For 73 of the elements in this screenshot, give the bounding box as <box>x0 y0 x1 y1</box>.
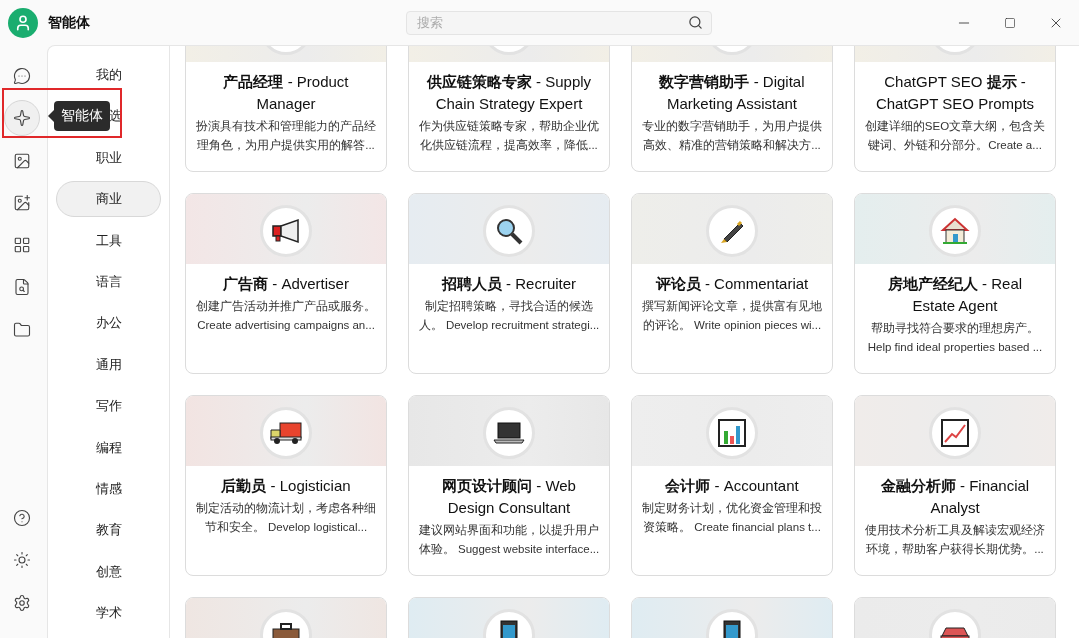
card-description: 制定财务计划，优化资金管理和投资策略。 Create financial plans t... <box>641 501 823 535</box>
line-chart-icon <box>940 418 970 448</box>
category-tab[interactable]: 商业 <box>56 181 161 218</box>
agent-card[interactable]: 后勤员 - Logistician 制定活动的物流计划，考虑各种细节和安全。 Develop logistical... <box>185 395 387 576</box>
card-description: 专业的数字营销助手，为用户提供高效、精准的营销策略和解决方... <box>641 119 823 153</box>
megaphone-icon <box>271 218 301 244</box>
magnifier-icon <box>494 216 524 246</box>
card-title: 金融分析师 - Financial Analyst <box>879 476 1031 518</box>
card-description: 创建广告活动并推广产品或服务。 Create advertising campaigns an... <box>195 299 377 333</box>
avatar[interactable] <box>8 7 38 38</box>
search-bar[interactable]: 搜索 <box>406 10 712 35</box>
agent-card[interactable]: 数字营销助手 - Digital Marketing Assistant 专业的数字营销助手，为用户提供高效、精准的营销策略和解决方... <box>631 46 833 172</box>
agent-card[interactable]: 招聘人员 - Recruiter 制定招聘策略，寻找合适的候选人。 Develop recruitment strategi... <box>408 193 610 374</box>
card-description: 帮助寻找符合要求的理想房产。 Help find ideal properties based ... <box>866 321 1044 355</box>
category-tab[interactable]: 学术 <box>56 595 161 632</box>
card-description: 制定活动的物流计划，考虑各种细节和安全。 Develop logistical... <box>195 501 377 535</box>
category-tab[interactable]: 教育 <box>56 512 161 549</box>
agent-card[interactable]: 产品经理 - Product Manager 扮演具有技术和管理能力的产品经理角色，为用户提供实用的解答... <box>185 46 387 172</box>
maximize-icon[interactable] <box>1004 16 1016 29</box>
category-tab[interactable]: 写作 <box>56 388 161 425</box>
category-tab[interactable]: 工具 <box>56 222 161 259</box>
chat-icon <box>12 67 31 85</box>
person-icon <box>14 13 32 32</box>
document-search-icon <box>12 278 31 297</box>
category-tab[interactable]: 办公 <box>56 305 161 342</box>
house-icon <box>940 216 970 246</box>
card-title: 招聘人员 - Recruiter <box>440 274 578 294</box>
category-tab[interactable]: 职业 <box>56 139 161 176</box>
card-title: 供应链策略专家 - Supply Chain Strategy Expert <box>425 72 593 114</box>
agent-card[interactable]: 评论员 - Commentariat 撰写新闻评论文章，提供富有见地的评论。 Write opinion pieces wi... <box>631 193 833 374</box>
search-field[interactable]: 搜索 <box>415 14 680 31</box>
agent-card[interactable]: ChatGPT SEO 提示 - ChatGPT SEO Prompts 创建详细的SEO文章大纲，包含关键词、外链和分部分。Create a... <box>854 46 1056 172</box>
agent-card[interactable]: 会计师 - Accountant 制定财务计划，优化资金管理和投资策略。 Create financial plans t... <box>631 395 833 576</box>
agent-card[interactable]: 金融分析师 - Financial Analyst 使用技术分析工具及解读宏观经济环境，帮助客户获得长期优势。... <box>854 395 1056 576</box>
card-title: 评论员 - Commentariat <box>654 274 810 294</box>
agent-card[interactable]: 房地产经纪人 - Real Estate Agent 帮助寻找符合要求的理想房产。 Help find ideal properties based ... <box>854 193 1056 374</box>
card-title: 后勤员 - Logistician <box>220 476 352 496</box>
card-title: 会计师 - Accountant <box>664 476 800 496</box>
category-tab[interactable]: 我的 <box>56 57 161 93</box>
category-tab[interactable]: 编程 <box>56 429 161 466</box>
card-title: 广告商 - Advertiser <box>222 274 350 294</box>
card-description: 使用技术分析工具及解读宏观经济环境，帮助客户获得长期优势。... <box>864 523 1046 557</box>
image-text-icon <box>12 193 31 212</box>
card-title: ChatGPT SEO 提示 - ChatGPT SEO Prompts <box>874 72 1036 114</box>
agent-card[interactable]: 网页设计顾问 - Web Design Consultant 建议网站界面和功能，以提升用户体验。 Suggest website interface... <box>408 395 610 576</box>
category-tab[interactable]: 创意 <box>56 553 161 590</box>
card-description: 建议网站界面和功能，以提升用户体验。 Suggest website interface... <box>417 523 601 557</box>
tooltip: 智能体 <box>53 101 110 132</box>
settings-icon <box>12 593 31 612</box>
card-description: 扮演具有技术和管理能力的产品经理角色，为用户提供实用的解答... <box>195 119 377 153</box>
category-tab[interactable]: 语言 <box>56 263 161 300</box>
card-description: 作为供应链策略专家，帮助企业优化供应链流程，提高效率，降低... <box>418 119 600 153</box>
folder-icon <box>12 320 31 339</box>
card-description: 创建详细的SEO文章大纲，包含关键词、外链和分部分。Create a... <box>863 119 1047 153</box>
window-title: 智能体 <box>48 13 90 32</box>
image-icon <box>12 151 31 170</box>
grid-icon <box>12 236 31 255</box>
category-tab[interactable]: 情感 <box>56 470 161 507</box>
card-title: 房地产经纪人 - Real Estate Agent <box>886 274 1024 316</box>
card-title: 产品经理 - Product Manager <box>222 72 350 114</box>
help-icon <box>12 509 31 528</box>
card-title: 数字营销助手 - Digital Marketing Assistant <box>658 72 806 114</box>
card-title: 网页设计顾问 - Web Design Consultant <box>441 476 577 518</box>
agent-card[interactable]: 供应链策略专家 - Supply Chain Strategy Expert 作为供应链策略专家，帮助企业优化供应链流程，提高效率，降低... <box>408 46 610 172</box>
sun-icon <box>12 551 31 570</box>
category-tab[interactable]: 通用 <box>56 346 161 383</box>
bar-chart-icon <box>717 418 747 448</box>
agent-card[interactable]: 广告商 - Advertiser 创建广告活动并推广产品或服务。 Create advertising campaigns an... <box>185 193 387 374</box>
card-description: 制定招聘策略，寻找合适的候选人。 Develop recruitment strategi... <box>417 299 601 333</box>
card-description: 撰写新闻评论文章，提供富有见地的评论。 Write opinion pieces wi... <box>641 299 823 333</box>
truck-icon <box>269 420 303 446</box>
laptop-icon <box>493 421 525 445</box>
sparkle-icon <box>12 109 31 128</box>
